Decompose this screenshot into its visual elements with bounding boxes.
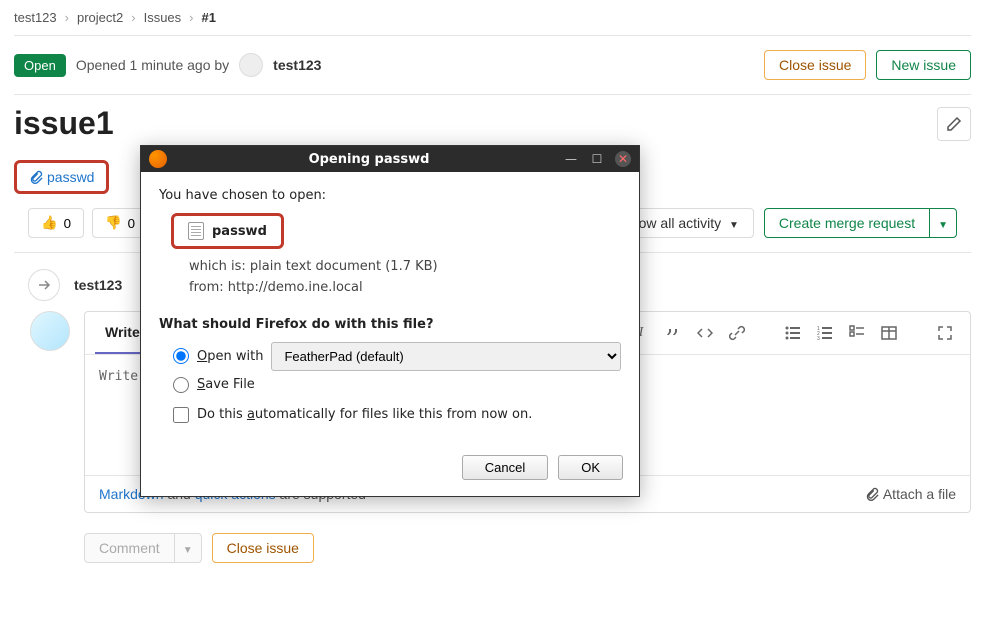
window-controls: — ☐ ✕	[563, 151, 631, 167]
issue-header-meta: Open Opened 1 minute ago by test123	[14, 53, 321, 77]
link-icon[interactable]	[728, 324, 746, 342]
paperclip-icon	[29, 170, 43, 184]
merge-request-dropdown-toggle[interactable]: ▼	[929, 208, 957, 238]
file-source-text: from: http://demo.ine.local	[189, 278, 621, 299]
auto-checkbox[interactable]	[173, 407, 189, 423]
issue-header-actions: Close issue New issue	[764, 50, 971, 80]
auto-row: Do this automatically for files like thi…	[173, 407, 621, 423]
open-with-radio[interactable]	[173, 348, 189, 364]
thumbs-down-count: 0	[128, 216, 135, 231]
new-issue-button[interactable]: New issue	[876, 50, 971, 80]
thumbs-up-button[interactable]: 👍 0	[28, 208, 84, 238]
fullscreen-icon[interactable]	[936, 324, 954, 342]
edit-title-button[interactable]	[937, 107, 971, 141]
breadcrumb-current: #1	[202, 10, 216, 25]
opened-text: Opened 1 minute ago by	[76, 57, 229, 73]
activity-user[interactable]: test123	[74, 277, 122, 293]
attachment-name: passwd	[47, 169, 94, 185]
dialog-question: What should Firefox do with this file?	[159, 317, 621, 332]
merge-request-split-button: Create merge request ▼	[764, 208, 957, 238]
close-button[interactable]: ✕	[615, 151, 631, 167]
breadcrumb-issues[interactable]: Issues	[144, 10, 182, 25]
maximize-button[interactable]: ☐	[589, 151, 605, 167]
attachment-link[interactable]: passwd	[14, 160, 109, 194]
file-type-text: which is: plain text document (1.7 KB)	[189, 257, 621, 278]
close-issue-button-bottom[interactable]: Close issue	[212, 533, 314, 563]
avatar[interactable]	[239, 53, 263, 77]
minimize-button[interactable]: —	[563, 151, 579, 167]
breadcrumb: test123 › project2 › Issues › #1	[0, 0, 985, 35]
cancel-button[interactable]: Cancel	[462, 455, 548, 480]
numbered-list-icon[interactable]: 123	[816, 324, 834, 342]
file-icon	[188, 222, 204, 240]
thumbs-up-icon: 👍	[41, 215, 58, 231]
opened-time: 1 minute ago	[130, 57, 211, 73]
dialog-body: You have chosen to open: passwd which is…	[141, 172, 639, 445]
chevron-right-icon: ›	[131, 10, 135, 25]
thumbs-down-icon: 👎	[105, 215, 122, 231]
chevron-down-icon: ▼	[938, 220, 948, 231]
issue-header: Open Opened 1 minute ago by test123 Clos…	[0, 36, 985, 94]
attach-file-button[interactable]: Attach a file	[865, 486, 956, 502]
pencil-icon	[946, 116, 962, 132]
firefox-icon	[149, 150, 167, 168]
avatar[interactable]	[30, 311, 70, 351]
arrow-right-icon	[36, 277, 52, 293]
paperclip-icon	[865, 487, 879, 501]
status-badge: Open	[14, 54, 66, 77]
auto-label[interactable]: Do this automatically for files like thi…	[197, 407, 532, 422]
task-list-icon[interactable]	[848, 324, 866, 342]
save-file-row: Save File	[173, 377, 621, 393]
svg-text:3: 3	[817, 336, 820, 341]
issue-actions: Show all activity ▼ Create merge request…	[607, 208, 957, 238]
chevron-down-icon: ▼	[183, 545, 193, 556]
close-issue-button[interactable]: Close issue	[764, 50, 866, 80]
application-select[interactable]: FeatherPad (default)	[271, 342, 621, 371]
issue-title: issue1	[14, 105, 114, 142]
comment-dropdown-toggle[interactable]: ▼	[174, 533, 202, 563]
dialog-filename: passwd	[171, 213, 284, 249]
chevron-right-icon: ›	[65, 10, 69, 25]
ok-button[interactable]: OK	[558, 455, 623, 480]
save-file-label[interactable]: Save File	[197, 377, 255, 392]
bullet-list-icon[interactable]	[784, 324, 802, 342]
open-with-row: Open with FeatherPad (default)	[173, 342, 621, 371]
thumbs-up-count: 0	[64, 216, 71, 231]
comment-actions: Comment ▼ Close issue	[0, 523, 985, 573]
code-icon[interactable]	[696, 324, 714, 342]
author-link[interactable]: test123	[273, 57, 321, 73]
table-icon[interactable]	[880, 324, 898, 342]
open-with-label[interactable]: Open with	[197, 349, 263, 364]
comment-button[interactable]: Comment	[84, 533, 174, 563]
breadcrumb-owner[interactable]: test123	[14, 10, 57, 25]
download-dialog: Opening passwd — ☐ ✕ You have chosen to …	[140, 145, 640, 497]
chosen-text: You have chosen to open:	[159, 188, 621, 203]
editor-toolbar: I 123	[632, 324, 960, 342]
create-merge-request-button[interactable]: Create merge request	[764, 208, 929, 238]
chevron-down-icon: ▼	[729, 220, 739, 231]
comment-split-button: Comment ▼	[84, 533, 202, 563]
activity-icon-wrap	[28, 269, 60, 301]
quote-icon[interactable]	[664, 324, 682, 342]
save-file-radio[interactable]	[173, 377, 189, 393]
reactions: 👍 0 👎 0	[28, 208, 148, 238]
dialog-titlebar[interactable]: Opening passwd — ☐ ✕	[141, 146, 639, 172]
dialog-footer: Cancel OK	[141, 445, 639, 496]
dialog-title: Opening passwd	[175, 152, 563, 167]
breadcrumb-project[interactable]: project2	[77, 10, 123, 25]
chevron-right-icon: ›	[189, 10, 193, 25]
